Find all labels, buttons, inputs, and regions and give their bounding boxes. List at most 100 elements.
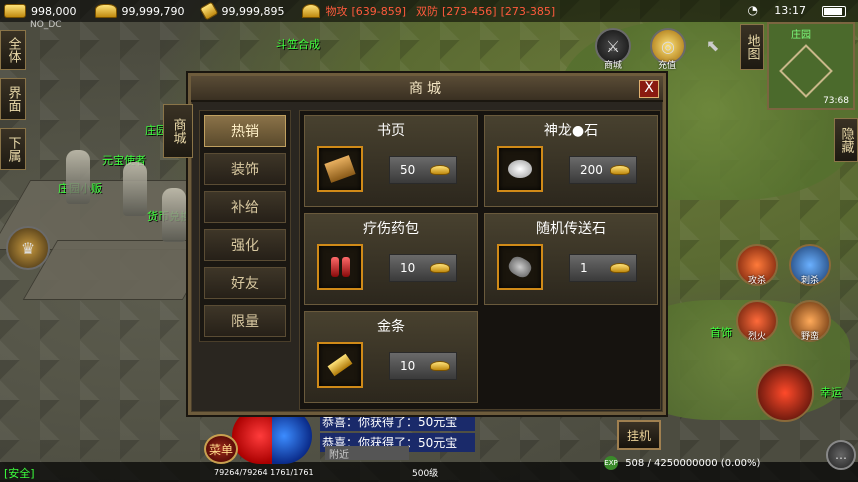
bound-ingot-value: 99,999,895: [221, 4, 285, 18]
category-list: 热销 装饰 补给 强化 好友 限量: [199, 110, 291, 342]
safe-zone-indicator: [安全]: [4, 467, 35, 480]
luck-label: 幸运: [820, 386, 842, 399]
exp-display: EXP 508 / 4250000000 (0.00%): [604, 456, 760, 470]
potion-pack-icon: [317, 244, 363, 290]
skill-savage[interactable]: 野蛮: [789, 300, 831, 342]
ingot-counter: 99,999,790: [91, 4, 185, 18]
hide-button[interactable]: 隐藏: [834, 118, 858, 162]
shop-item[interactable]: 书页 50: [304, 115, 478, 207]
shop-side-tab[interactable]: 商城: [163, 104, 193, 158]
category-hot[interactable]: 热销: [204, 115, 286, 147]
buy-button[interactable]: 50: [389, 156, 457, 184]
gold-ingot-icon: [430, 263, 450, 273]
combat-stats: 物攻 [639-859] 双防 [273-456] [273-385]: [298, 3, 559, 19]
skill-attack-kill[interactable]: 攻杀: [736, 244, 778, 286]
auto-battle-label: 挂机: [626, 428, 651, 443]
exp-icon: EXP: [604, 456, 618, 470]
gold-counter: 998,000: [0, 4, 77, 18]
shop-label: 商城: [604, 61, 623, 71]
menu-button[interactable]: 菜单: [204, 434, 238, 464]
category-friend[interactable]: 好友: [204, 267, 286, 299]
mp-value: 1761/1761: [270, 468, 314, 477]
side-button-all[interactable]: 全体: [0, 30, 26, 70]
helmet-icon: ♛: [20, 238, 36, 258]
side-button-subordinates[interactable]: 下属: [0, 128, 26, 170]
skill-thrust-kill[interactable]: 刺杀: [789, 244, 831, 286]
close-icon: X: [644, 80, 654, 96]
side-button-interface[interactable]: 界面: [0, 78, 26, 120]
item-price: 1: [580, 261, 588, 275]
npc-figure[interactable]: [66, 150, 90, 204]
category-supply[interactable]: 补给: [204, 191, 286, 223]
close-button[interactable]: X: [639, 80, 659, 98]
hp-mp-text: 79264/79264 1761/1761: [214, 468, 314, 477]
shop-title: 商城: [409, 81, 445, 97]
menu-label: 菜单: [208, 442, 233, 457]
debug-overlay-text: NO_DC: [30, 20, 62, 30]
coin-stack-icon: ◎: [661, 36, 675, 56]
shop-icon: ⚔: [605, 36, 621, 56]
map-button[interactable]: 地图: [740, 24, 764, 70]
item-price: 10: [400, 261, 416, 275]
auto-battle-button[interactable]: 挂机: [617, 420, 661, 450]
jewelry-label[interactable]: 首饰: [710, 324, 732, 340]
gold-bar-icon: [317, 342, 363, 388]
npc-figure[interactable]: [123, 162, 147, 216]
category-limited[interactable]: 限量: [204, 305, 286, 337]
skill-label: 野蛮: [800, 332, 819, 342]
category-decoration[interactable]: 装饰: [204, 153, 286, 185]
minimap[interactable]: 庄园 73:68: [767, 22, 855, 110]
skill-flame[interactable]: 烈火: [736, 300, 778, 342]
goods-grid: 书页 50 神龙●石 200 疗伤药包 10 随机传送石 1 金条 10: [299, 110, 661, 410]
attack-value: [639-859]: [351, 4, 407, 18]
recharge-label: 充值: [658, 61, 677, 71]
wifi-icon: ◔: [747, 3, 758, 17]
main-attack-button[interactable]: [756, 364, 814, 422]
battery-icon: [822, 6, 846, 17]
hp-value: 79264/79264: [214, 468, 268, 477]
shop-header: 商城: [191, 76, 663, 102]
npc-figure[interactable]: [162, 188, 186, 242]
book-page-icon: [317, 146, 363, 192]
skill-label: 烈火: [747, 332, 766, 342]
chat-bubble-button[interactable]: …: [826, 440, 856, 470]
buy-button[interactable]: 10: [389, 254, 457, 282]
item-name: 书页: [377, 123, 405, 139]
wing-emblem-icon: [302, 4, 321, 18]
item-price: 50: [400, 163, 416, 177]
bound-ingot-counter: 99,999,895: [198, 1, 285, 21]
character-portrait[interactable]: ♛: [6, 226, 50, 270]
defense-label: 双防: [416, 5, 439, 18]
item-price: 10: [400, 359, 416, 373]
buy-button[interactable]: 1: [569, 254, 637, 282]
skill-label: 刺杀: [800, 276, 819, 286]
item-name: 神龙●石: [543, 123, 599, 139]
collapse-arrow-icon[interactable]: ⬉: [706, 36, 719, 55]
shop-item[interactable]: 疗伤药包 10: [304, 213, 478, 305]
dragon-stone-icon: [497, 146, 543, 192]
category-enhance[interactable]: 强化: [204, 229, 286, 261]
shop-item[interactable]: 金条 10: [304, 311, 478, 403]
gold-value: 998,000: [31, 4, 77, 18]
buy-button[interactable]: 200: [569, 156, 637, 184]
ingot-value: 99,999,790: [121, 4, 185, 18]
shop-item[interactable]: 随机传送石 1: [484, 213, 658, 305]
clock: 13:17: [774, 4, 806, 17]
item-name: 随机传送石: [536, 221, 606, 237]
item-name: 疗伤药包: [363, 221, 419, 237]
npc-name-hat-merge[interactable]: 斗笠合成: [276, 36, 320, 52]
gold-ingot-icon: [610, 165, 630, 175]
chat-bubble-icon: …: [835, 448, 847, 462]
chat-tab-nearby[interactable]: 附近: [325, 446, 409, 461]
defense-value: [273-456]: [442, 4, 497, 18]
buy-button[interactable]: 10: [389, 352, 457, 380]
gold-ingot-icon: [94, 4, 117, 18]
status-bar: 998,000 99,999,790 99,999,895 物攻 [639-85…: [0, 0, 858, 22]
shop-item[interactable]: 神龙●石 200: [484, 115, 658, 207]
defense-value-2: [273-385]: [500, 4, 556, 18]
exp-value: 508 / 4250000000 (0.00%): [625, 458, 761, 469]
attack-label: 物攻: [325, 5, 348, 18]
teleport-stone-icon: [497, 244, 543, 290]
shop-dialog: 商城 商城 X 热销 装饰 补给 强化 好友 限量 书页 50 神龙●石 200…: [163, 73, 666, 415]
minimap-area-outline: [779, 44, 833, 98]
